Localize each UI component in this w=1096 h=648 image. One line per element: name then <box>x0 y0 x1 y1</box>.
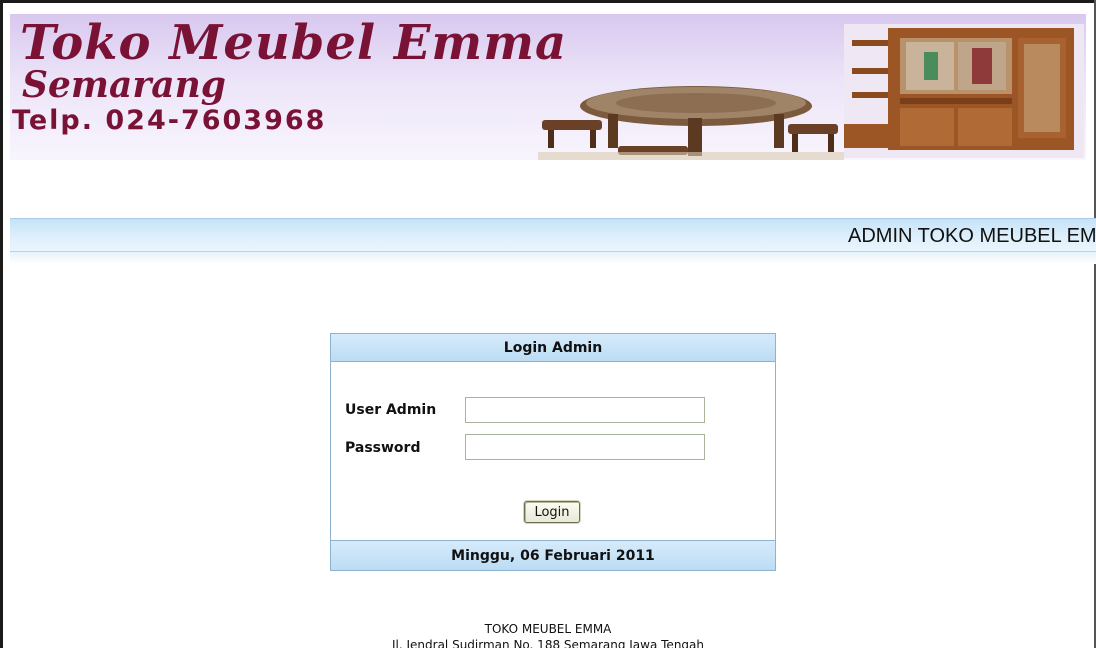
login-panel-title: Login Admin <box>331 334 775 362</box>
password-input[interactable] <box>465 434 705 460</box>
admin-marquee-text: ADMIN TOKO MEUBEL EMMA <box>848 225 1096 247</box>
round-table-image <box>538 86 844 160</box>
user-admin-input[interactable] <box>465 397 705 423</box>
password-label: Password <box>345 440 421 456</box>
login-panel: Login Admin User Admin Password Login Mi… <box>330 333 776 571</box>
admin-bar-shadow <box>10 252 1096 264</box>
header-banner: Toko Meubel Emma Semarang Telp. 024-7603… <box>10 14 1086 160</box>
store-city: Semarang <box>22 64 226 106</box>
admin-marquee-bar: ADMIN TOKO MEUBEL EMMA <box>10 218 1096 252</box>
store-phone: Telp. 024-7603968 <box>12 105 327 136</box>
login-button[interactable]: Login <box>524 501 580 523</box>
login-panel-date: Minggu, 06 Februari 2011 <box>331 540 775 570</box>
footer-store-name: TOKO MEUBEL EMMA <box>484 622 612 636</box>
store-title: Toko Meubel Emma <box>20 15 568 71</box>
cabinet-image <box>844 24 1084 158</box>
user-admin-label: User Admin <box>345 402 437 418</box>
footer-address: Jl. Jendral Sudirman No. 188 Semarang Ja… <box>392 638 704 648</box>
